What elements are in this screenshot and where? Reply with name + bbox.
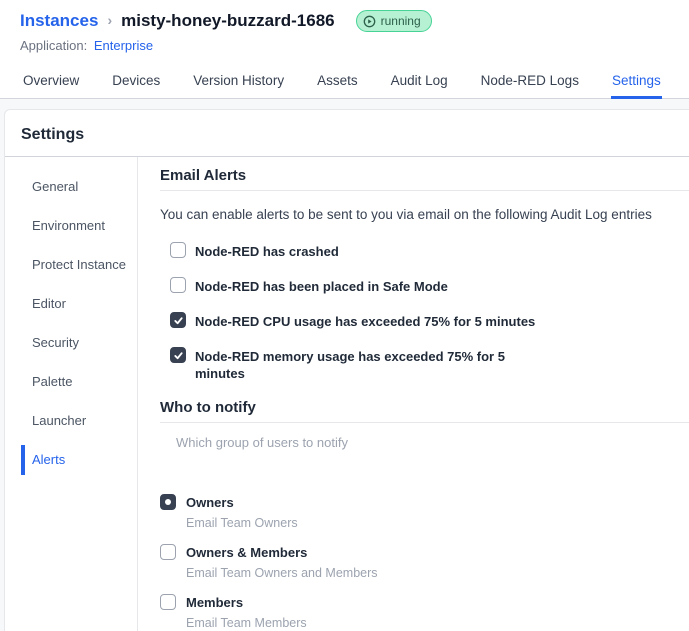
radio-row-members[interactable]: Members Email Team Members xyxy=(160,594,689,630)
sidebar-item-palette[interactable]: Palette xyxy=(5,374,137,390)
who-to-notify-hint: Which group of users to notify xyxy=(176,435,348,450)
page-header: Instances › misty-honey-buzzard-1686 run… xyxy=(0,0,689,53)
sidebar-item-alerts[interactable]: Alerts xyxy=(5,452,137,468)
checkbox-row-memory[interactable]: Node-RED memory usage has exceeded 75% f… xyxy=(170,347,689,382)
radio-label: Members xyxy=(186,595,244,610)
sidebar-item-security[interactable]: Security xyxy=(5,335,137,351)
radio-row-owners-members[interactable]: Owners & Members Email Team Owners and M… xyxy=(160,544,689,580)
settings-body: General Environment Protect Instance Edi… xyxy=(5,157,689,631)
email-alerts-options: Node-RED has crashed Node-RED has been p… xyxy=(160,242,689,382)
settings-card: Settings General Environment Protect Ins… xyxy=(4,109,689,631)
settings-sidebar: General Environment Protect Instance Edi… xyxy=(5,157,138,631)
breadcrumb-chevron-icon: › xyxy=(107,12,113,28)
checkbox-row-cpu[interactable]: Node-RED CPU usage has exceeded 75% for … xyxy=(170,312,689,330)
email-alerts-description: You can enable alerts to be sent to you … xyxy=(160,207,652,222)
who-to-notify-divider xyxy=(160,422,689,423)
radio-label: Owners xyxy=(186,495,234,510)
checkbox-unchecked-icon[interactable] xyxy=(170,242,186,258)
radio-unselected-icon[interactable] xyxy=(160,544,176,560)
tab-devices[interactable]: Devices xyxy=(111,67,161,99)
status-badge: running xyxy=(355,10,432,32)
checkbox-row-crashed[interactable]: Node-RED has crashed xyxy=(170,242,689,260)
who-to-notify-heading: Who to notify xyxy=(160,399,256,416)
checkbox-label: Node-RED has crashed xyxy=(195,244,339,259)
tab-assets[interactable]: Assets xyxy=(316,67,359,99)
radio-label: Owners & Members xyxy=(186,545,308,560)
instance-tabs: Overview Devices Version History Assets … xyxy=(0,67,689,99)
radio-description: Email Team Owners xyxy=(186,516,298,530)
notify-group-options: Owners Email Team Owners Owners & Member… xyxy=(160,494,689,630)
play-circle-icon xyxy=(363,15,375,27)
page-title: Settings xyxy=(21,126,85,143)
radio-unselected-icon[interactable] xyxy=(160,594,176,610)
status-badge-label: running xyxy=(380,14,421,28)
checkbox-row-safe-mode[interactable]: Node-RED has been placed in Safe Mode xyxy=(170,277,689,295)
tab-overview[interactable]: Overview xyxy=(22,67,80,99)
sidebar-item-protect-instance[interactable]: Protect Instance xyxy=(5,257,137,273)
sidebar-item-general[interactable]: General xyxy=(5,179,137,195)
radio-row-owners[interactable]: Owners Email Team Owners xyxy=(160,494,689,530)
tab-audit-log[interactable]: Audit Log xyxy=(390,67,449,99)
sidebar-item-environment[interactable]: Environment xyxy=(5,218,137,234)
checkbox-checked-icon[interactable] xyxy=(170,312,186,328)
tab-version-history[interactable]: Version History xyxy=(192,67,285,99)
application-link[interactable]: Enterprise xyxy=(94,38,153,53)
checkbox-checked-icon[interactable] xyxy=(170,347,186,363)
breadcrumb: Instances › misty-honey-buzzard-1686 run… xyxy=(20,10,669,32)
breadcrumb-instances-link[interactable]: Instances xyxy=(20,11,98,31)
sidebar-item-launcher[interactable]: Launcher xyxy=(5,413,137,429)
content-background: Settings General Environment Protect Ins… xyxy=(0,99,689,631)
checkbox-label: Node-RED has been placed in Safe Mode xyxy=(195,279,448,294)
tab-node-red-logs[interactable]: Node-RED Logs xyxy=(480,67,580,99)
email-alerts-heading: Email Alerts xyxy=(160,167,247,184)
application-label: Application: xyxy=(20,38,88,53)
email-alerts-divider xyxy=(160,190,689,191)
application-row: Application: Enterprise xyxy=(20,38,669,53)
tab-settings[interactable]: Settings xyxy=(610,67,662,99)
checkbox-label: Node-RED CPU usage has exceeded 75% for … xyxy=(195,314,536,329)
sidebar-item-editor[interactable]: Editor xyxy=(5,296,137,312)
checkbox-label: Node-RED memory usage has exceeded 75% f… xyxy=(195,349,505,381)
radio-selected-icon[interactable] xyxy=(160,494,176,510)
checkbox-unchecked-icon[interactable] xyxy=(170,277,186,293)
radio-description: Email Team Owners and Members xyxy=(186,566,378,580)
alerts-settings-pane: Email Alerts You can enable alerts to be… xyxy=(138,157,689,631)
radio-description: Email Team Members xyxy=(186,616,307,630)
instance-name: misty-honey-buzzard-1686 xyxy=(121,11,335,30)
